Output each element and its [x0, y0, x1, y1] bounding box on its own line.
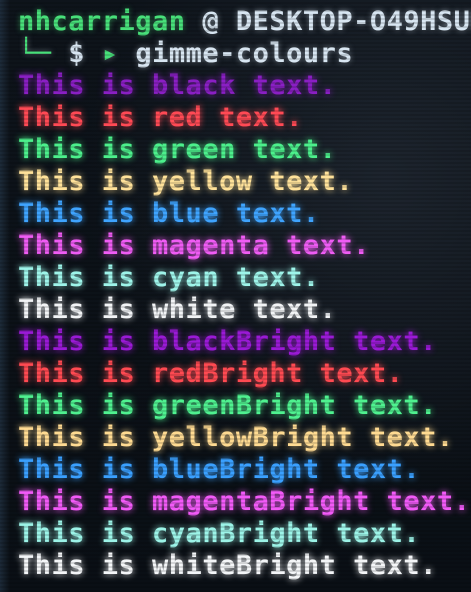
output-line-prefix: This is [18, 358, 153, 389]
output-line-suffix: text. [202, 102, 303, 133]
output-line-prefix: This is [18, 134, 153, 165]
prompt-host: DESKTOP-O49HSUK [235, 6, 471, 37]
output-line: This is magentaBright text. [18, 486, 470, 518]
output-line-prefix: This is [18, 230, 153, 261]
output-line-colour-name: greenBright [152, 390, 337, 421]
output-line-colour-name: magenta [152, 230, 270, 261]
prompt-symbol: $ [68, 38, 86, 69]
output-line: This is white text. [18, 294, 336, 326]
prompt-command-line[interactable]: └─ $ ▸ gimme-colours [18, 38, 353, 70]
output-line-colour-name: magentaBright [152, 486, 370, 517]
output-line: This is whiteBright text. [18, 550, 437, 582]
output-line-suffix: text. [235, 134, 337, 165]
prompt-user: nhcarrigan [18, 6, 186, 37]
output-line-prefix: This is [18, 422, 153, 453]
output-line-suffix: text. [235, 70, 337, 101]
output-line-prefix: This is [18, 326, 153, 357]
output-line-colour-name: yellow [152, 166, 253, 197]
output-line-suffix: text. [235, 294, 337, 325]
output-line-colour-name: blueBright [152, 454, 320, 485]
prompt-at: @ [202, 6, 220, 37]
output-line-colour-name: green [152, 134, 236, 165]
output-line: This is yellowBright text. [18, 422, 454, 454]
output-line-prefix: This is [18, 518, 153, 549]
output-line-prefix: This is [18, 390, 153, 421]
output-line-suffix: text. [302, 358, 404, 389]
output-line-colour-name: red [152, 102, 203, 133]
output-line-prefix: This is [18, 166, 153, 197]
output-line-suffix: text. [319, 454, 421, 485]
output-line-suffix: text. [219, 198, 320, 229]
output-line-prefix: This is [18, 198, 153, 229]
next-prompt-fragment: ▄▄▄▄▄▄▄▄▄▄ ▄ ▄▄▄▄▄▄▄▄▄▄▄▄▄▄▄ [18, 580, 471, 592]
output-line: This is yellow text. [18, 166, 353, 198]
prompt-user-host: nhcarrigan @ DESKTOP-O49HSUK [18, 6, 471, 38]
output-line-colour-name: redBright [152, 358, 303, 389]
prompt-arrow-icon: ▸ [101, 38, 119, 69]
output-line-prefix: This is [18, 454, 153, 485]
output-line-suffix: text. [336, 326, 437, 357]
output-line-suffix: text. [319, 518, 421, 549]
output-line-prefix: This is [18, 486, 153, 517]
prompt-branch-glyph: └─ [18, 38, 52, 69]
output-line: This is blueBright text. [18, 454, 420, 486]
output-line: This is blackBright text. [18, 326, 437, 358]
output-line: This is cyanBright text. [18, 518, 420, 550]
output-line: This is cyan text. [18, 262, 320, 294]
output-line-colour-name: cyanBright [152, 518, 320, 549]
command-text: gimme-colours [135, 38, 354, 69]
output-line-suffix: text. [336, 390, 437, 421]
output-line: This is blue text. [18, 198, 320, 230]
output-line-colour-name: blackBright [152, 326, 337, 357]
output-line-colour-name: whiteBright [152, 550, 337, 581]
window-edge [0, 0, 10, 592]
output-line: This is red text. [18, 102, 303, 134]
output-line: This is black text. [18, 70, 336, 102]
output-line-colour-name: blue [152, 198, 220, 229]
output-line-colour-name: white [152, 294, 236, 325]
output-line-suffix: text. [336, 550, 437, 581]
output-line-suffix: text. [269, 230, 370, 261]
output-line: This is magenta text. [18, 230, 370, 262]
output-line-prefix: This is [18, 294, 153, 325]
output-line-colour-name: cyan [152, 262, 220, 293]
output-line-prefix: This is [18, 550, 153, 581]
output-line-prefix: This is [18, 102, 153, 133]
output-line-suffix: text. [369, 486, 471, 517]
output-line-colour-name: black [152, 70, 236, 101]
output-line-prefix: This is [18, 262, 153, 293]
output-line: This is redBright text. [18, 358, 403, 390]
output-line-prefix: This is [18, 70, 153, 101]
output-line-suffix: text. [252, 166, 354, 197]
output-line: This is green text. [18, 134, 336, 166]
terminal-window[interactable]: ▀▀▀▀▀ ▀ ▀▀▀▀▀▀▀▀▀▀▀▀▀▀▀▀▀▀▀ nhcarrigan @… [0, 0, 471, 592]
output-line-colour-name: yellowBright [152, 422, 354, 453]
output-line: This is greenBright text. [18, 390, 437, 422]
output-line-suffix: text. [219, 262, 320, 293]
output-line-suffix: text. [353, 422, 454, 453]
